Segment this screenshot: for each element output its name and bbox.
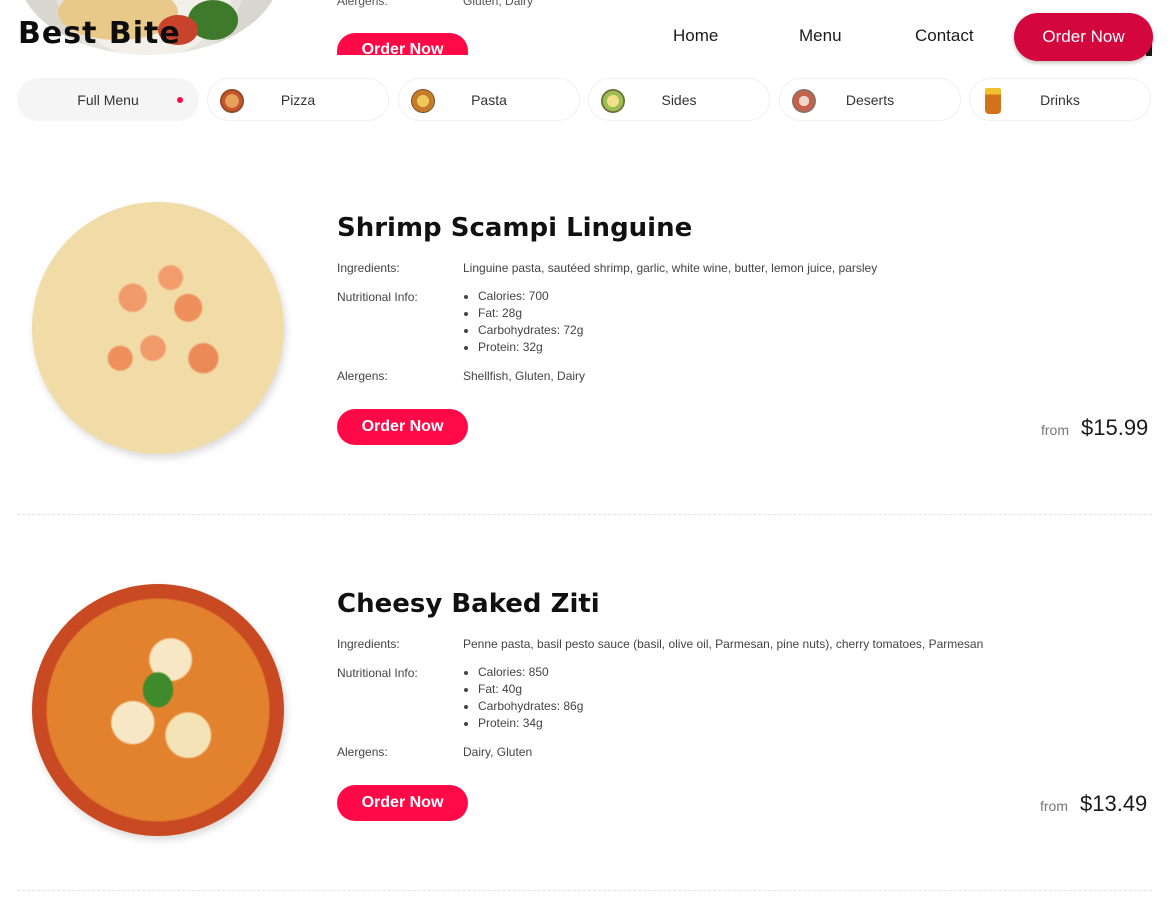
- item-divider: [17, 890, 1152, 891]
- price: $15.99: [1081, 415, 1149, 440]
- tab-drinks[interactable]: Drinks: [969, 78, 1151, 121]
- header-order-now-button[interactable]: Order Now: [1014, 13, 1153, 61]
- ingredients-label: Ingredients:: [337, 637, 400, 651]
- nutrition-item: Calories: 850: [478, 664, 583, 681]
- logo[interactable]: Best Bite: [18, 16, 181, 51]
- allergens-label: Alergens:: [337, 745, 388, 759]
- allergens-value: Shellfish, Gluten, Dairy: [463, 369, 586, 383]
- dish-image-baked-ziti: [32, 584, 284, 836]
- item-divider: [17, 514, 1152, 515]
- nutrition-item: Carbohydrates: 72g: [478, 322, 583, 339]
- order-now-button[interactable]: Order Now: [337, 785, 468, 821]
- nutrition-label: Nutritional Info:: [337, 290, 418, 304]
- order-now-button[interactable]: Order Now: [337, 409, 468, 445]
- previous-allergens-value: Gluten, Dairy: [463, 0, 534, 8]
- previous-order-button[interactable]: Order Now: [337, 33, 468, 55]
- tab-pizza[interactable]: Pizza: [207, 78, 389, 121]
- tab-label: Full Menu: [77, 92, 139, 108]
- nutrition-item: Fat: 40g: [478, 681, 583, 698]
- ingredients-label: Ingredients:: [337, 261, 400, 275]
- tab-label: Deserts: [845, 92, 895, 108]
- nutrition-item: Protein: 34g: [478, 715, 583, 732]
- ingredients-value: Linguine pasta, sautéed shrimp, garlic, …: [463, 261, 878, 275]
- nutrition-item: Calories: 700: [478, 288, 583, 305]
- tab-full-menu[interactable]: Full Menu: [17, 78, 199, 121]
- dish-title: Cheesy Baked Ziti: [337, 589, 600, 619]
- tab-label: Pasta: [471, 92, 507, 108]
- tab-label: Sides: [661, 92, 697, 108]
- nutrition-list: Calories: 700 Fat: 28g Carbohydrates: 72…: [463, 288, 583, 356]
- nav-home[interactable]: Home: [673, 26, 718, 46]
- nutrition-label: Nutritional Info:: [337, 666, 418, 680]
- allergens-value: Dairy, Gluten: [463, 745, 533, 759]
- price-from-label: from: [1040, 798, 1068, 814]
- tab-label: Pizza: [280, 92, 316, 108]
- nav-menu[interactable]: Menu: [799, 26, 842, 46]
- nutrition-list: Calories: 850 Fat: 40g Carbohydrates: 86…: [463, 664, 583, 732]
- price-from-label: from: [1041, 422, 1069, 438]
- tab-pasta[interactable]: Pasta: [398, 78, 580, 121]
- active-dot-icon: [177, 97, 183, 103]
- ingredients-value: Penne pasta, basil pesto sauce (basil, o…: [463, 637, 984, 651]
- dish-title: Shrimp Scampi Linguine: [337, 213, 693, 243]
- tab-label: Drinks: [1040, 92, 1080, 108]
- dish-image-shrimp-scampi: [32, 202, 284, 454]
- nav-contact[interactable]: Contact: [915, 26, 974, 46]
- tab-sides[interactable]: Sides: [588, 78, 770, 121]
- price: $13.49: [1080, 791, 1148, 816]
- nutrition-item: Protein: 32g: [478, 339, 583, 356]
- nutrition-item: Fat: 28g: [478, 305, 583, 322]
- previous-allergens-label: Alergens:: [337, 0, 388, 8]
- tab-deserts[interactable]: Deserts: [779, 78, 961, 121]
- allergens-label: Alergens:: [337, 369, 388, 383]
- nutrition-item: Carbohydrates: 86g: [478, 698, 583, 715]
